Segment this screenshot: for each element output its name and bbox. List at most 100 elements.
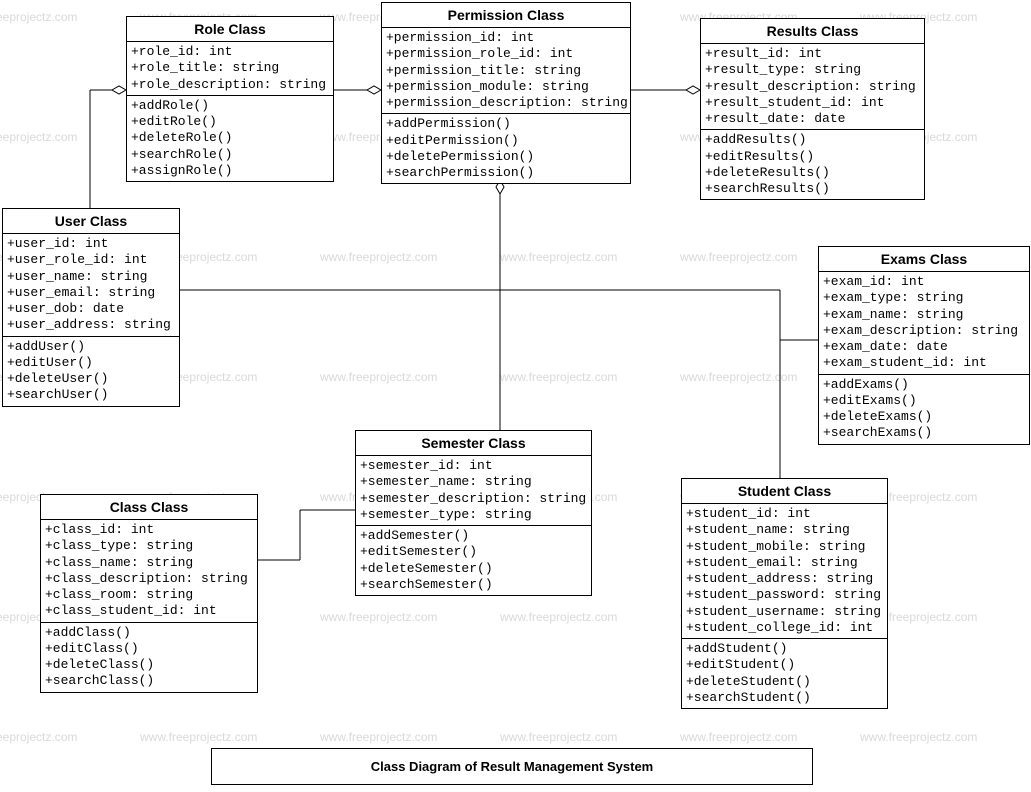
watermark-text: www.freeprojectz.com — [320, 250, 437, 264]
exams-op-row: +editExams() — [823, 393, 1025, 409]
semester-class-attrs: +semester_id: int+semester_name: string+… — [356, 456, 591, 526]
permission-op-row: +deletePermission() — [386, 149, 626, 165]
semester-class-box: Semester Class +semester_id: int+semeste… — [355, 430, 592, 596]
semester-class-title: Semester Class — [356, 431, 591, 456]
student-attr-row: +student_name: string — [686, 522, 883, 538]
watermark-text: www.freeprojectz.com — [500, 730, 617, 744]
semester-attr-row: +semester_description: string — [360, 491, 587, 507]
user-attr-row: +user_dob: date — [7, 301, 175, 317]
student-attr-row: +student_username: string — [686, 604, 883, 620]
classcls-op-row: +addClass() — [45, 625, 253, 641]
user-class-ops: +addUser()+editUser()+deleteUser()+searc… — [3, 337, 179, 406]
student-class-attrs: +student_id: int+student_name: string +st… — [682, 504, 887, 639]
results-class-box: Results Class +result_id: int+result_typ… — [700, 18, 925, 200]
student-op-row: +searchStudent() — [686, 690, 883, 706]
permission-attr-row: +permission_module: string — [386, 79, 626, 95]
permission-attr-row: +permission_id: int — [386, 30, 626, 46]
user-attr-row: +user_address: string — [7, 317, 175, 333]
exams-attr-row: +exam_name: string — [823, 307, 1025, 323]
classcls-attr-row: +class_type: string — [45, 538, 253, 554]
user-class-title: User Class — [3, 209, 179, 234]
role-class-ops: +addRole()+editRole()+deleteRole()+searc… — [127, 96, 333, 181]
results-attr-row: +result_date: date — [705, 111, 920, 127]
exams-op-row: +addExams() — [823, 377, 1025, 393]
results-op-row: +editResults() — [705, 149, 920, 165]
semester-op-row: +addSemester() — [360, 528, 587, 544]
exams-attr-row: +exam_id: int — [823, 274, 1025, 290]
classcls-attr-row: +class_name: string — [45, 555, 253, 571]
user-op-row: +deleteUser() — [7, 371, 175, 387]
watermark-text: www.freeprojectz.com — [0, 10, 77, 24]
classcls-op-row: +editClass() — [45, 641, 253, 657]
results-attr-row: +result_student_id: int — [705, 95, 920, 111]
classcls-op-row: +searchClass() — [45, 673, 253, 689]
student-attr-row: +student_password: string — [686, 587, 883, 603]
class-class-attrs: +class_id: int+class_type: string+class_… — [41, 520, 257, 623]
exams-attr-row: +exam_student_id: int — [823, 355, 1025, 371]
student-attr-row: +student_college_id: int — [686, 620, 883, 636]
classcls-attr-row: +class_student_id: int — [45, 603, 253, 619]
permission-attr-row: +permission_role_id: int — [386, 46, 626, 62]
permission-op-row: +editPermission() — [386, 133, 626, 149]
diagram-title: Class Diagram of Result Management Syste… — [211, 748, 813, 785]
watermark-text: www.freeprojectz.com — [680, 250, 797, 264]
user-op-row: +searchUser() — [7, 387, 175, 403]
diagram-title-text: Class Diagram of Result Management Syste… — [371, 759, 653, 774]
student-class-title: Student Class — [682, 479, 887, 504]
exams-op-row: +deleteExams() — [823, 409, 1025, 425]
role-class-attrs: +role_id: int+role_title: string+role_de… — [127, 42, 333, 96]
role-class-title: Role Class — [127, 17, 333, 42]
user-class-box: User Class +user_id: int+user_role_id: i… — [2, 208, 180, 407]
permission-class-title: Permission Class — [382, 3, 630, 28]
class-class-title: Class Class — [41, 495, 257, 520]
semester-attr-row: +semester_name: string — [360, 474, 587, 490]
watermark-text: www.freeprojectz.com — [500, 370, 617, 384]
watermark-text: www.freeprojectz.com — [500, 250, 617, 264]
classcls-op-row: +deleteClass() — [45, 657, 253, 673]
classcls-attr-row: +class_room: string — [45, 587, 253, 603]
semester-attr-row: +semester_type: string — [360, 507, 587, 523]
watermark-text: www.freeprojectz.com — [860, 730, 977, 744]
student-attr-row: +student_email: string — [686, 555, 883, 571]
watermark-text: www.freeprojectz.com — [680, 730, 797, 744]
results-op-row: +deleteResults() — [705, 165, 920, 181]
user-class-attrs: +user_id: int+user_role_id: int+user_nam… — [3, 234, 179, 337]
user-attr-row: +user_name: string — [7, 269, 175, 285]
results-class-ops: +addResults()+editResults()+deleteResult… — [701, 130, 924, 199]
permission-attr-row: +permission_title: string — [386, 63, 626, 79]
exams-class-box: Exams Class +exam_id: int+exam_type: str… — [818, 246, 1030, 445]
exams-class-title: Exams Class — [819, 247, 1029, 272]
role-attr-row: +role_title: string — [131, 60, 329, 76]
role-class-box: Role Class +role_id: int+role_title: str… — [126, 16, 334, 182]
student-op-row: +editStudent() — [686, 657, 883, 673]
results-class-attrs: +result_id: int+result_type: string +resu… — [701, 44, 924, 130]
semester-attr-row: +semester_id: int — [360, 458, 587, 474]
student-attr-row: +student_address: string — [686, 571, 883, 587]
watermark-text: www.freeprojectz.com — [140, 730, 257, 744]
role-op-row: +addRole() — [131, 98, 329, 114]
student-class-ops: +addStudent()+editStudent()+deleteStuden… — [682, 639, 887, 708]
results-op-row: +addResults() — [705, 132, 920, 148]
results-op-row: +searchResults() — [705, 181, 920, 197]
user-op-row: +editUser() — [7, 355, 175, 371]
role-op-row: +searchRole() — [131, 147, 329, 163]
watermark-text: www.freeprojectz.com — [320, 610, 437, 624]
role-attr-row: +role_id: int — [131, 44, 329, 60]
user-attr-row: +user_id: int — [7, 236, 175, 252]
role-op-row: +deleteRole() — [131, 130, 329, 146]
permission-attr-row: +permission_description: string — [386, 95, 626, 111]
semester-class-ops: +addSemester()+editSemester()+deleteSeme… — [356, 526, 591, 595]
permission-op-row: +searchPermission() — [386, 165, 626, 181]
classcls-attr-row: +class_id: int — [45, 522, 253, 538]
student-class-box: Student Class +student_id: int+student_n… — [681, 478, 888, 709]
permission-class-box: Permission Class +permission_id: int+per… — [381, 2, 631, 184]
student-attr-row: +student_id: int — [686, 506, 883, 522]
exams-op-row: +searchExams() — [823, 425, 1025, 441]
results-attr-row: +result_id: int — [705, 46, 920, 62]
semester-op-row: +searchSemester() — [360, 577, 587, 593]
exams-attr-row: +exam_type: string — [823, 290, 1025, 306]
user-attr-row: +user_role_id: int — [7, 252, 175, 268]
permission-class-attrs: +permission_id: int+permission_role_id: … — [382, 28, 630, 114]
results-attr-row: +result_type: string — [705, 62, 920, 78]
watermark-text: www.freeprojectz.com — [680, 370, 797, 384]
